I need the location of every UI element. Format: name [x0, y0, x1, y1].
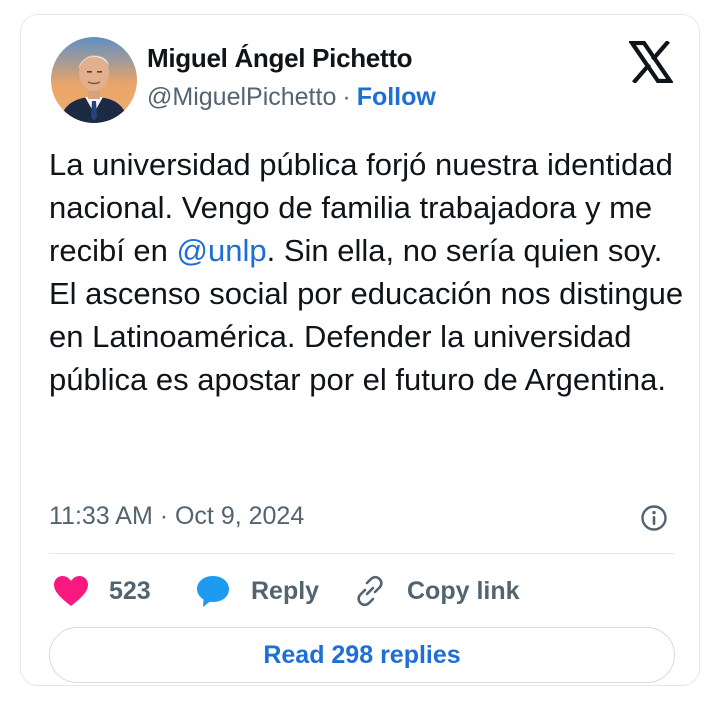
info-icon[interactable] [639, 503, 669, 533]
mention-link[interactable]: @unlp [177, 233, 267, 268]
link-icon [357, 575, 383, 607]
action-bar: 523 Reply Copy link [49, 571, 679, 611]
read-replies-button[interactable]: Read 298 replies [49, 627, 675, 683]
avatar[interactable] [51, 37, 137, 123]
tweet-card: Miguel Ángel Pichetto @MiguelPichetto · Fo… [20, 14, 700, 686]
copy-link-label: Copy link [407, 576, 520, 605]
follow-button[interactable]: Follow [357, 83, 436, 111]
handle-row: @MiguelPichetto · Follow [147, 83, 436, 112]
like-count: 523 [109, 576, 151, 605]
copy-link-button[interactable]: Copy link [353, 571, 520, 611]
speech-bubble-icon [197, 576, 229, 607]
tweet-text: La universidad pública forjó nuestra ide… [49, 143, 689, 401]
separator-dot: · [342, 83, 351, 111]
reply-button[interactable]: Reply [195, 571, 319, 611]
like-button[interactable]: 523 [53, 571, 151, 611]
reply-label: Reply [251, 576, 320, 605]
divider [49, 553, 675, 554]
tweet-timestamp[interactable]: 11:33 AM · Oct 9, 2024 [49, 502, 304, 531]
heart-icon [54, 576, 88, 606]
author-name[interactable]: Miguel Ángel Pichetto [147, 43, 413, 74]
author-handle[interactable]: @MiguelPichetto [147, 83, 336, 111]
avatar-portrait [51, 37, 137, 123]
x-logo-icon[interactable] [629, 41, 673, 83]
